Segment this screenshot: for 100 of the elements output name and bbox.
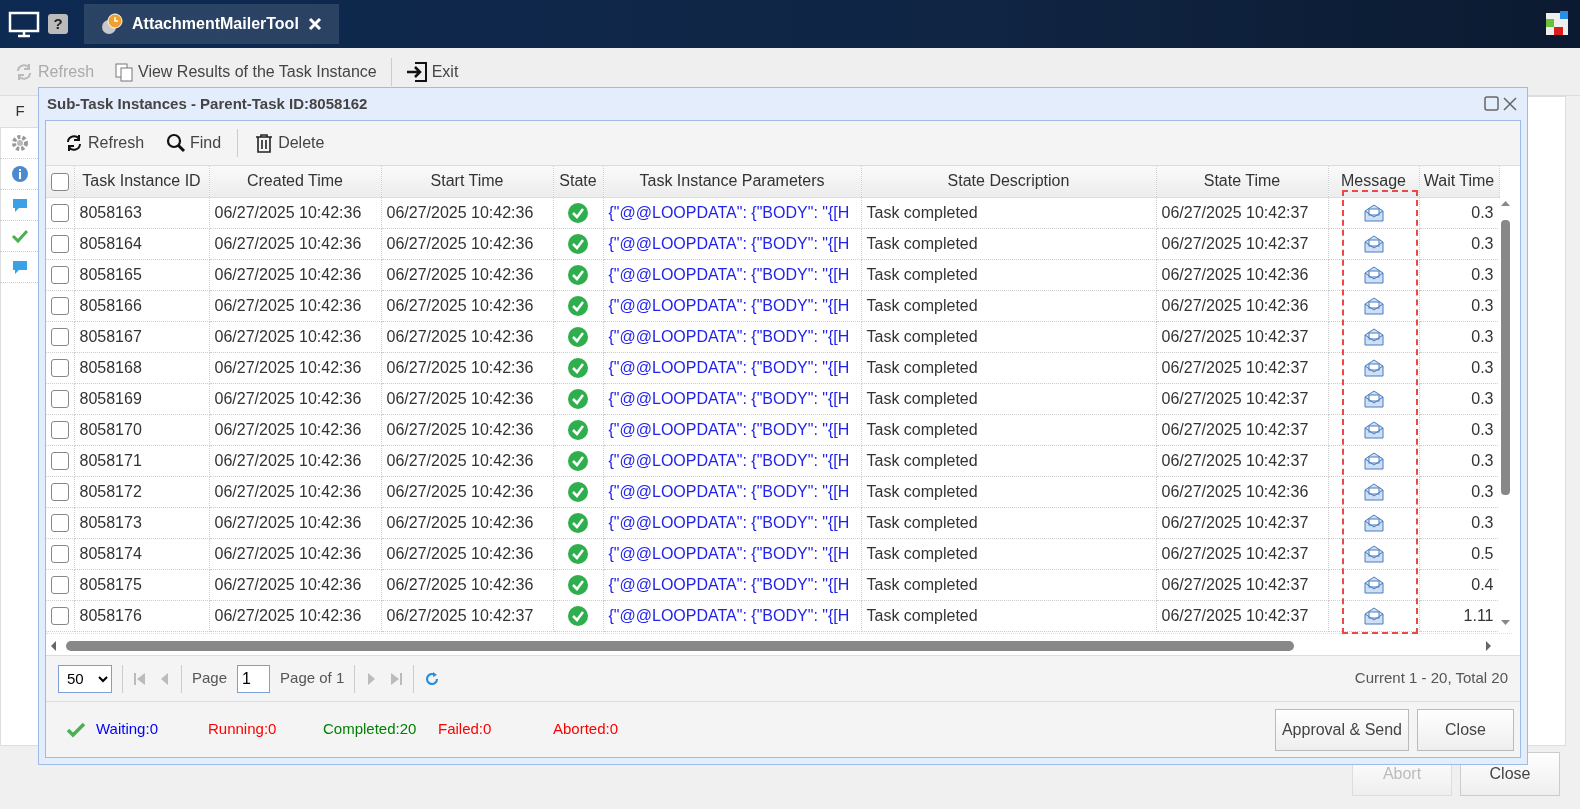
row-checkbox[interactable] xyxy=(51,266,69,285)
table-cell: {"@@LOOPDATA": {"BODY": "{[H xyxy=(603,507,861,538)
table-cell: 8058175 xyxy=(74,569,209,600)
envelope-icon[interactable] xyxy=(1362,358,1385,379)
table-cell: Task completed xyxy=(861,197,1156,228)
column-header[interactable]: Task Instance ID xyxy=(74,166,209,197)
table-cell: 06/27/2025 10:42:37 xyxy=(1156,197,1328,228)
toolbar-button[interactable]: Delete xyxy=(248,129,331,157)
row-checkbox[interactable] xyxy=(51,421,69,440)
row-checkbox[interactable] xyxy=(51,297,69,316)
maximize-icon[interactable] xyxy=(1483,95,1501,113)
table-cell: 8058173 xyxy=(74,507,209,538)
search-icon xyxy=(166,133,187,153)
row-checkbox[interactable] xyxy=(51,452,69,471)
page-input[interactable]: 1 xyxy=(237,664,271,693)
envelope-icon[interactable] xyxy=(1362,389,1385,410)
select-all-checkbox[interactable] xyxy=(50,173,69,191)
page-label: Page xyxy=(192,668,228,689)
status-count: Aborted:0 xyxy=(553,719,620,740)
envelope-icon[interactable] xyxy=(1362,575,1385,596)
table-cell: {"@@LOOPDATA": {"BODY": "{[H xyxy=(603,538,861,569)
envelope-icon[interactable] xyxy=(1362,296,1385,317)
check-icon xyxy=(66,720,86,739)
table-cell: {"@@LOOPDATA": {"BODY": "{[H xyxy=(603,259,861,290)
row-checkbox[interactable] xyxy=(51,328,69,347)
toolbar-button[interactable]: Find xyxy=(160,129,228,157)
page-size-select[interactable]: 50 xyxy=(58,664,112,693)
table-cell: 06/27/2025 10:42:36 xyxy=(209,600,381,631)
table-cell: {"@@LOOPDATA": {"BODY": "{[H xyxy=(603,383,861,414)
table-cell: Task completed xyxy=(861,352,1156,383)
column-header[interactable]: State Description xyxy=(861,166,1156,197)
table-cell: 8058172 xyxy=(74,476,209,507)
row-checkbox[interactable] xyxy=(51,390,69,409)
table-cell: 8058167 xyxy=(74,321,209,352)
table-cell: 06/27/2025 10:42:37 xyxy=(1156,538,1328,569)
dialog-button[interactable]: Close xyxy=(1417,708,1514,751)
table-cell: 06/27/2025 10:42:36 xyxy=(209,507,381,538)
table-cell: 06/27/2025 10:42:36 xyxy=(381,569,553,600)
envelope-icon[interactable] xyxy=(1362,513,1385,534)
column-header[interactable]: Task Instance Parameters xyxy=(603,166,861,197)
table-cell: Task completed xyxy=(861,476,1156,507)
row-checkbox[interactable] xyxy=(51,545,69,564)
dialog-button[interactable]: Approval & Send xyxy=(1274,708,1409,751)
table-cell: 06/27/2025 10:42:36 xyxy=(381,259,553,290)
table-cell: 8058169 xyxy=(74,383,209,414)
info-icon xyxy=(11,165,29,183)
column-header[interactable]: Created Time xyxy=(209,166,381,197)
envelope-icon[interactable] xyxy=(1362,544,1385,565)
column-header[interactable]: Start Time xyxy=(381,166,553,197)
close-icon[interactable] xyxy=(306,16,323,32)
column-header[interactable]: Wait Time xyxy=(1419,166,1499,197)
check-icon xyxy=(11,227,29,245)
table-cell: 8058176 xyxy=(74,600,209,631)
refresh-icon xyxy=(14,61,34,82)
column-header[interactable]: Message xyxy=(1328,166,1419,197)
help-button[interactable]: ? xyxy=(48,14,68,34)
envelope-icon[interactable] xyxy=(1362,234,1385,255)
envelope-icon[interactable] xyxy=(1362,327,1385,348)
table-cell: 06/27/2025 10:42:36 xyxy=(209,414,381,445)
gear-icon xyxy=(11,134,29,152)
row-checkbox[interactable] xyxy=(51,359,69,378)
table-cell: 06/27/2025 10:42:37 xyxy=(1156,228,1328,259)
row-checkbox[interactable] xyxy=(51,576,69,595)
table-cell: {"@@LOOPDATA": {"BODY": "{[H xyxy=(603,414,861,445)
row-checkbox[interactable] xyxy=(51,204,69,223)
check-circle-icon xyxy=(567,202,589,225)
envelope-icon[interactable] xyxy=(1362,606,1385,627)
table-cell: {"@@LOOPDATA": {"BODY": "{[H xyxy=(603,290,861,321)
row-checkbox[interactable] xyxy=(51,483,69,502)
check-circle-icon xyxy=(567,481,589,504)
toolbar-button[interactable]: View Results of the Task Instance xyxy=(108,57,383,86)
toolbar-button[interactable]: Refresh xyxy=(58,129,151,157)
table-cell: 06/27/2025 10:42:36 xyxy=(381,445,553,476)
toolbar-button[interactable]: Exit xyxy=(399,57,465,86)
table-cell: {"@@LOOPDATA": {"BODY": "{[H xyxy=(603,445,861,476)
dialog-title: Sub-Task Instances - Parent-Task ID:8058162 xyxy=(47,93,369,114)
row-checkbox[interactable] xyxy=(51,514,69,533)
envelope-icon[interactable] xyxy=(1362,482,1385,503)
envelope-icon[interactable] xyxy=(1362,420,1385,441)
column-header[interactable]: State Time xyxy=(1156,166,1328,197)
check-circle-icon xyxy=(567,233,589,256)
reload-icon[interactable] xyxy=(424,670,441,687)
column-header[interactable]: State xyxy=(553,166,603,197)
close-icon[interactable] xyxy=(1501,95,1519,113)
speech-bubble-icon xyxy=(11,196,29,214)
envelope-icon[interactable] xyxy=(1362,203,1385,224)
envelope-icon[interactable] xyxy=(1362,451,1385,472)
row-checkbox[interactable] xyxy=(51,235,69,254)
table-cell: {"@@LOOPDATA": {"BODY": "{[H xyxy=(603,228,861,259)
table-cell: 06/27/2025 10:42:36 xyxy=(209,352,381,383)
check-circle-icon xyxy=(567,388,589,411)
trash-icon xyxy=(254,133,275,153)
page-count: Page of 1 xyxy=(280,668,345,689)
monitor-icon[interactable] xyxy=(8,10,40,38)
envelope-icon[interactable] xyxy=(1362,265,1385,286)
app-tab[interactable]: AttachmentMailerTool xyxy=(84,4,339,44)
row-checkbox[interactable] xyxy=(51,607,69,626)
check-circle-icon xyxy=(567,357,589,380)
table-cell: Task completed xyxy=(861,290,1156,321)
table-cell: 06/27/2025 10:42:36 xyxy=(209,569,381,600)
